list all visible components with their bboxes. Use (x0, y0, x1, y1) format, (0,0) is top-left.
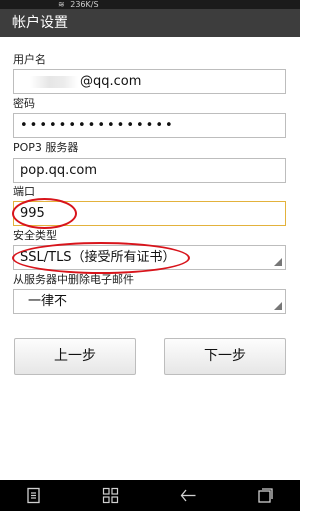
delete-email-select[interactable]: 一律不 (13, 289, 286, 314)
security-type-select[interactable]: SSL/TLS（接受所有证书） (13, 245, 286, 270)
account-settings-form: 用户名 @qq.com 密码 •••••••••••••••• POP3 服务器… (0, 37, 300, 480)
previous-step-button[interactable]: 上一步 (14, 338, 136, 375)
pop3-server-value: pop.qq.com (20, 163, 97, 178)
username-label: 用户名 (13, 53, 46, 66)
back-arrow-icon[interactable] (180, 487, 197, 504)
port-input[interactable]: 995 (13, 201, 286, 226)
security-type-label: 安全类型 (13, 229, 57, 242)
recent-apps-icon[interactable] (257, 487, 274, 504)
menu-icon[interactable] (25, 487, 42, 504)
apps-grid-icon[interactable] (102, 487, 119, 504)
wifi-icon: ≋ (58, 0, 65, 9)
security-type-value: SSL/TLS（接受所有证书） (20, 250, 176, 265)
password-label: 密码 (13, 97, 35, 110)
dropdown-arrow-icon (274, 258, 282, 266)
pop3-server-input[interactable]: pop.qq.com (13, 158, 286, 183)
redacted-username (30, 75, 78, 88)
navigation-bar (0, 480, 300, 511)
password-dots: •••••••••••••••• (20, 118, 175, 133)
dropdown-arrow-icon (274, 302, 282, 310)
delete-email-value: 一律不 (28, 294, 68, 309)
port-value: 995 (20, 206, 45, 221)
port-label: 端口 (13, 185, 35, 198)
delete-email-label: 从服务器中删除电子邮件 (13, 273, 134, 286)
title-bar: 帐户设置 (0, 9, 300, 37)
password-input[interactable]: •••••••••••••••• (13, 113, 286, 138)
next-step-button[interactable]: 下一步 (164, 338, 286, 375)
network-speed: 236K/S (70, 0, 99, 9)
username-domain: @qq.com (80, 74, 142, 89)
status-bar: ≋ 236K/S (0, 0, 300, 9)
page-title: 帐户设置 (12, 15, 68, 31)
username-input[interactable]: @qq.com (13, 69, 286, 94)
pop3-server-label: POP3 服务器 (13, 141, 79, 154)
